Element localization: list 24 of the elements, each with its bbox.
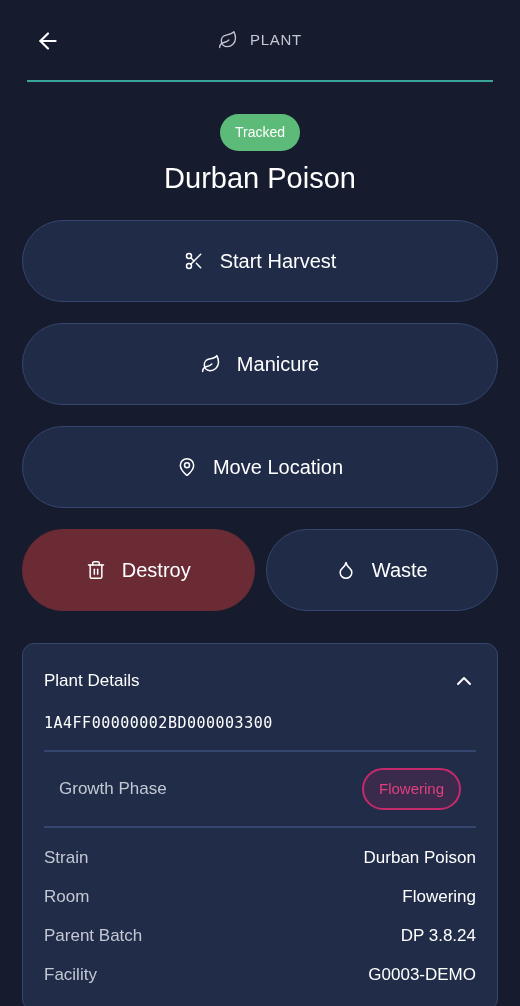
field-label: Growth Phase: [59, 778, 167, 801]
page-title: PLANT: [249, 29, 303, 50]
leaf-icon: [200, 354, 221, 374]
field-label: Room: [44, 885, 90, 908]
field-label: Facility: [44, 963, 97, 986]
status-badge: Tracked: [219, 114, 301, 151]
field-label: Strain: [44, 846, 89, 869]
scissors-icon: [183, 251, 204, 271]
action-button[interactable]: Start Harvest: [22, 220, 498, 302]
field-value: Flowering: [402, 885, 476, 908]
leaf-icon: [217, 30, 238, 50]
growth-phase-tag: Flowering: [361, 767, 461, 811]
plant-tag-id: 1A4FF00000002BD000003300: [44, 712, 274, 734]
field-value: DP 3.8.24: [400, 924, 476, 947]
trash-icon: [85, 560, 106, 580]
field-value: G0003-DEMO: [368, 963, 476, 986]
action-button[interactable]: Move Location: [22, 426, 498, 508]
action-button[interactable]: Manicure: [22, 323, 498, 405]
destroy-button[interactable]: Destroy: [22, 529, 255, 611]
field-label: Parent Batch: [44, 924, 143, 947]
card-title: Plant Details: [44, 670, 140, 692]
field-value: Durban Poison: [363, 846, 476, 869]
action-button[interactable]: Waste: [265, 529, 498, 611]
plant-name: Durban Poison: [164, 161, 356, 196]
